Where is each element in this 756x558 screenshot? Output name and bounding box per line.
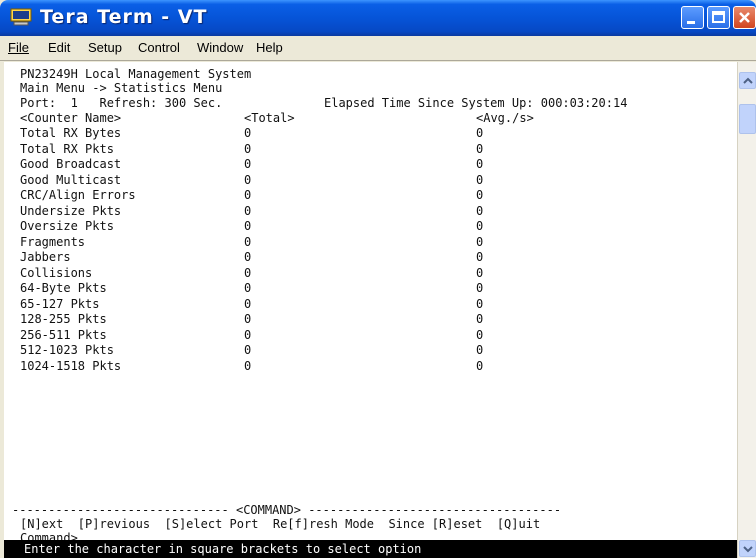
maximize-button[interactable] [707,6,730,29]
tera-term-window: Tera Term - VT File Edit Setup Control W… [0,0,756,558]
menu-setup[interactable]: Setup [88,40,122,55]
counter-name: Oversize Pkts [20,219,114,233]
counter-avg: 0 [476,172,484,187]
counter-avg: 0 [476,327,484,342]
counter-total: 0 [244,141,252,156]
minimize-button[interactable] [681,6,704,29]
menu-path: Main Menu -> Statistics Menu [20,81,223,95]
counter-name: 256-511 Pkts [20,327,107,342]
counter-avg: 0 [476,157,484,171]
counter-total: 0 [244,250,252,264]
counter-total: 0 [244,234,252,249]
column-header-total: <Total> [244,111,295,125]
counter-avg: 0 [476,281,484,295]
terminal-screen[interactable]: PN23249H Local Management System Main Me… [4,62,737,558]
scroll-up-button[interactable] [739,72,756,89]
counter-name: 64-Byte Pkts [20,281,107,295]
command-options: [N]ext [P]revious [S]elect Port Re[f]res… [20,517,541,531]
column-header-name: <Counter Name> [20,111,122,125]
menu-help[interactable]: Help [256,40,283,55]
counter-avg: 0 [476,358,484,373]
window-title: Tera Term - VT [40,6,208,28]
vertical-scrollbar[interactable] [737,62,756,558]
counter-name: 1024-1518 Pkts [20,358,122,373]
close-button[interactable] [733,6,756,29]
counter-total: 0 [244,265,252,280]
maximize-icon [712,11,725,23]
counter-name: Jabbers [20,250,71,264]
counter-name: Fragments [20,234,86,249]
counter-avg: 0 [476,203,484,218]
menu-window[interactable]: Window [197,40,243,55]
counter-name: Total RX Bytes [20,126,122,140]
menu-file[interactable]: File [8,40,29,55]
counter-name: Total RX Pkts [20,141,114,156]
counter-total: 0 [244,281,252,295]
port-refresh-line: Port: 1 Refresh: 300 Sec. [20,96,223,110]
counter-total: 0 [244,172,252,187]
counter-total: 0 [244,126,252,140]
scroll-thumb[interactable] [739,104,756,134]
counter-total: 0 [244,219,252,233]
scroll-down-button[interactable] [739,540,756,557]
counter-avg: 0 [476,234,484,249]
counter-avg: 0 [476,343,484,357]
elapsed-time: Elapsed Time Since System Up: 000:03:20:… [324,96,628,110]
chevron-down-icon [743,546,753,553]
counter-avg: 0 [476,250,484,264]
counter-name: Collisions [20,265,93,280]
column-header-avg: <Avg./s> [476,111,534,125]
counter-name: 512-1023 Pkts [20,343,114,357]
counter-name: Good Broadcast [20,157,122,171]
counter-avg: 0 [476,141,484,156]
menu-setup-label: Setup [88,40,122,55]
counter-total: 0 [244,343,252,357]
title-bar[interactable]: Tera Term - VT [0,0,756,36]
menu-file-label: File [8,40,29,55]
counter-name: Undersize Pkts [20,203,122,218]
close-icon [739,12,750,23]
counter-avg: 0 [476,188,484,202]
counter-total: 0 [244,157,252,171]
counter-name: Good Multicast [20,172,122,187]
counter-total: 0 [244,312,252,326]
chevron-up-icon [743,77,753,84]
terminal-app-icon [10,8,32,26]
status-message: Enter the character in square brackets t… [24,542,422,556]
counter-name: 65-127 Pkts [20,296,100,311]
counter-name: CRC/Align Errors [20,188,136,202]
menu-help-label: Help [256,40,283,55]
menu-control[interactable]: Control [138,40,180,55]
counter-avg: 0 [476,265,484,280]
counter-avg: 0 [476,296,484,311]
menu-window-label: Window [197,40,244,55]
counter-avg: 0 [476,219,484,233]
status-bar: Enter the character in square brackets t… [4,540,737,558]
menu-edit[interactable]: Edit [48,40,70,55]
minimize-icon [687,21,695,24]
menu-control-label: Control [138,40,180,55]
counter-name: 128-255 Pkts [20,312,107,326]
counter-avg: 0 [476,126,484,140]
counter-avg: 0 [476,312,484,326]
menu-edit-label: Edit [48,40,71,55]
counter-total: 0 [244,203,252,218]
menu-bar: File Edit Setup Control Window Help [0,36,756,61]
counter-total: 0 [244,327,252,342]
counter-total: 0 [244,188,252,202]
counter-total: 0 [244,358,252,373]
counter-total: 0 [244,296,252,311]
